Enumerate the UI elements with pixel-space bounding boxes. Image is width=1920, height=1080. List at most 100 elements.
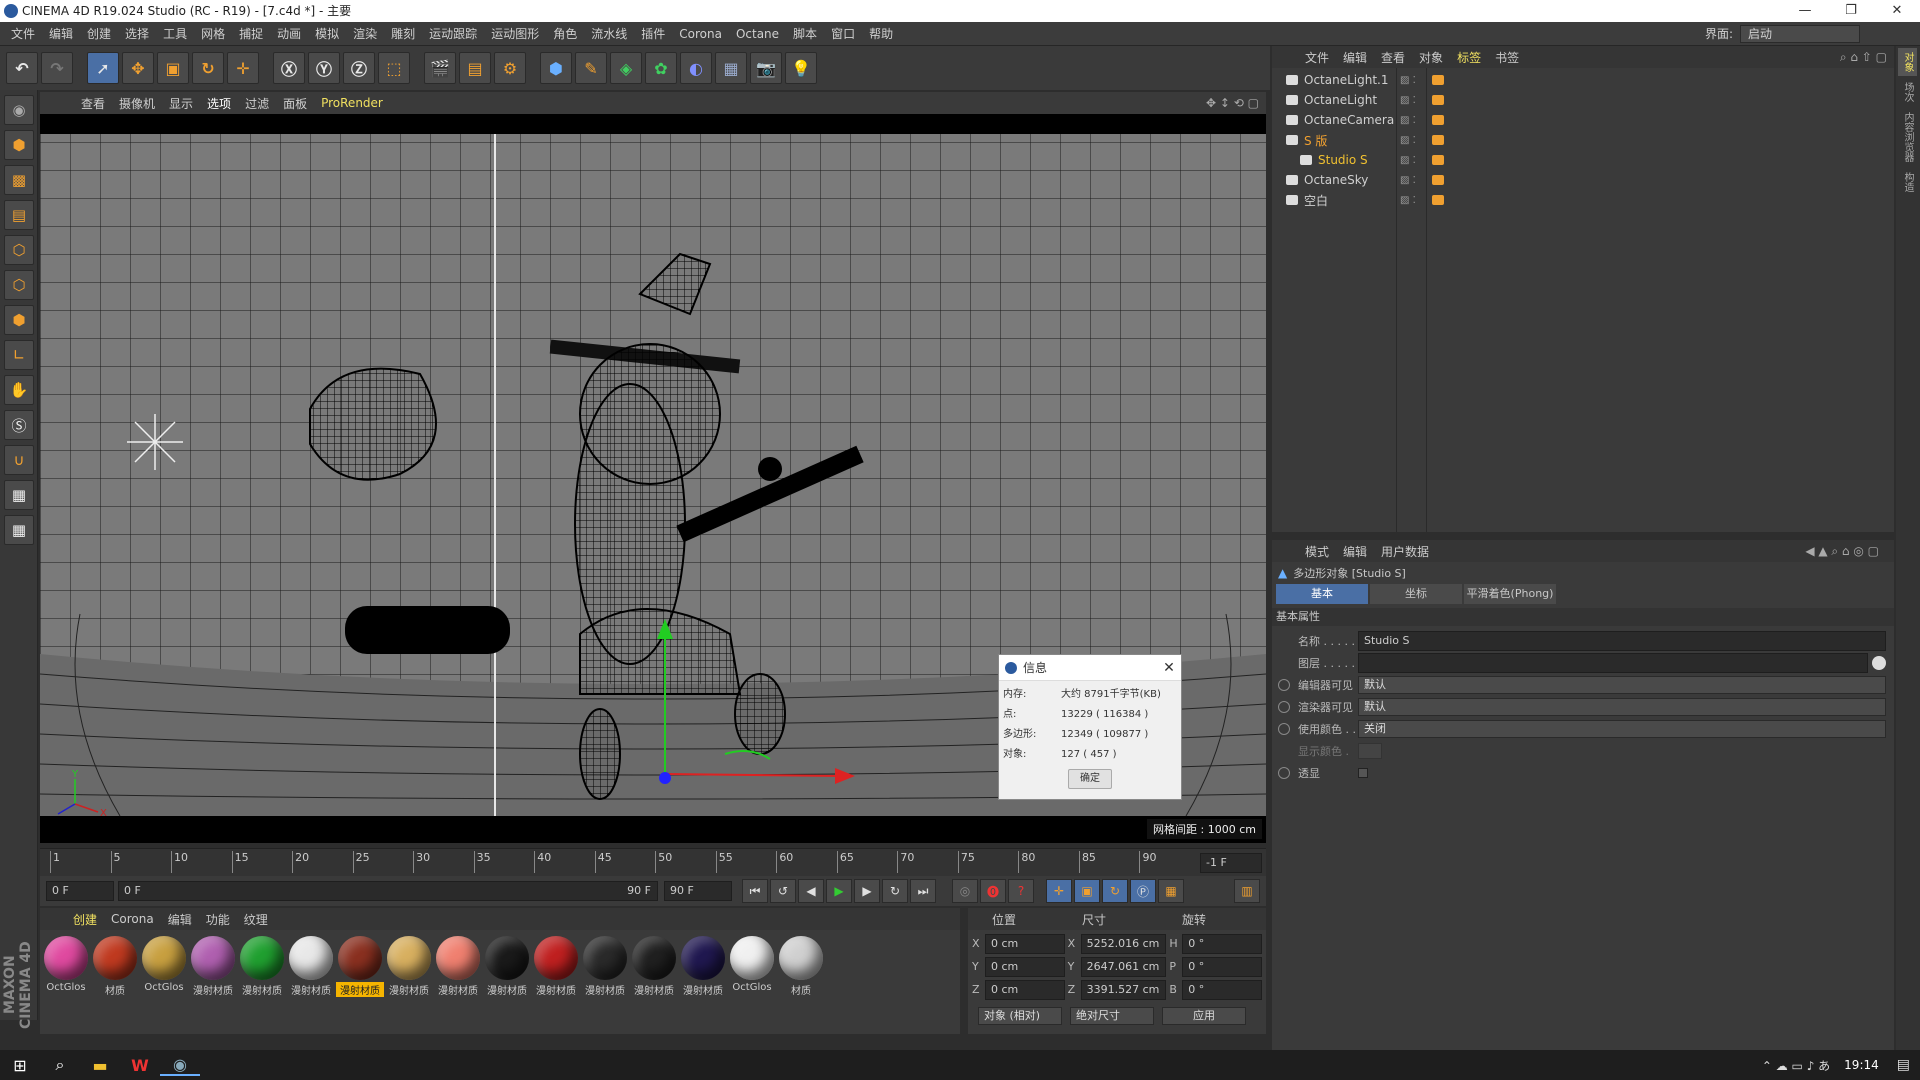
material-swatch[interactable]: 漫射材质 bbox=[189, 936, 237, 997]
radio-icon[interactable] bbox=[1278, 701, 1290, 713]
tab-coordinates[interactable]: 坐标 bbox=[1370, 584, 1462, 604]
menu-item[interactable]: 创建 bbox=[80, 25, 118, 42]
side-tab[interactable]: 构造 bbox=[1898, 168, 1917, 196]
side-tab[interactable]: 对象 bbox=[1898, 48, 1917, 76]
viewport-menu-item[interactable]: 过滤 bbox=[238, 95, 276, 112]
last-tool-icon[interactable]: ✛ bbox=[227, 52, 259, 84]
ok-button[interactable]: 确定 bbox=[1068, 769, 1112, 789]
material-swatch[interactable]: 材质 bbox=[777, 936, 825, 997]
object-tag-icon[interactable] bbox=[1432, 155, 1444, 165]
cube-primitive-icon[interactable]: ⬢ bbox=[540, 52, 572, 84]
material-tab[interactable]: Corona bbox=[104, 912, 161, 926]
polygons-mode-icon[interactable]: ⬢ bbox=[4, 305, 34, 335]
object-menu-item[interactable]: 查看 bbox=[1374, 49, 1412, 66]
rotation-field[interactable]: 0 ° bbox=[1182, 956, 1262, 977]
material-tab[interactable]: 功能 bbox=[199, 911, 237, 928]
menu-item[interactable]: Corona bbox=[672, 27, 729, 41]
viewport-menu-item[interactable]: 查看 bbox=[74, 95, 112, 112]
go-to-start-icon[interactable]: ⏮ bbox=[742, 879, 768, 903]
workplane-icon[interactable]: ▤ bbox=[4, 200, 34, 230]
menu-item[interactable]: Octane bbox=[729, 27, 786, 41]
object-tag-icon[interactable] bbox=[1432, 175, 1444, 185]
lock-workplane-icon[interactable]: ▦ bbox=[4, 515, 34, 545]
object-row[interactable]: S 版 ▨ ⁚ bbox=[1272, 130, 1894, 150]
menu-item[interactable]: 模拟 bbox=[308, 25, 346, 42]
menu-item[interactable]: 动画 bbox=[270, 25, 308, 42]
visibility-toggle-icon[interactable]: ▨ ⁚ bbox=[1400, 75, 1416, 86]
rotate-tool-icon[interactable]: ↻ bbox=[192, 52, 224, 84]
position-field[interactable]: 0 cm bbox=[984, 933, 1065, 954]
key-position-icon[interactable]: ✛ bbox=[1046, 879, 1072, 903]
search-icon[interactable]: ⌕ bbox=[40, 1055, 80, 1075]
material-swatch[interactable]: 漫射材质 bbox=[385, 936, 433, 997]
timeline-ruler[interactable]: 1 5 10 15 20 25 30 35 40 45 50 55 60 65 70 75 80 85 90 -1 … bbox=[40, 848, 1266, 876]
material-swatch[interactable]: 漫射材质 bbox=[434, 936, 482, 997]
go-to-previous-key-icon[interactable]: ↺ bbox=[770, 879, 796, 903]
visibility-toggle-icon[interactable]: ▨ ⁚ bbox=[1400, 95, 1416, 106]
menu-item[interactable]: 捕捉 bbox=[232, 25, 270, 42]
name-field[interactable]: Studio S bbox=[1358, 631, 1886, 651]
object-tag-icon[interactable] bbox=[1432, 95, 1444, 105]
material-swatch[interactable]: OctGlos bbox=[728, 936, 776, 997]
timeline-layout-icon[interactable]: ▥ bbox=[1234, 879, 1260, 903]
go-to-next-key-icon[interactable]: ↻ bbox=[882, 879, 908, 903]
material-swatch[interactable]: 漫射材质 bbox=[679, 936, 727, 997]
menu-item[interactable]: 网格 bbox=[194, 25, 232, 42]
wps-icon[interactable]: W bbox=[120, 1056, 160, 1075]
menu-item[interactable]: 流水线 bbox=[584, 25, 634, 42]
object-row[interactable]: OctaneLight ▨ ⁚ bbox=[1272, 90, 1894, 110]
cinema4d-task-icon[interactable]: ◉ bbox=[160, 1055, 200, 1076]
key-scale-icon[interactable]: ▣ bbox=[1074, 879, 1100, 903]
tab-phong[interactable]: 平滑着色(Phong) bbox=[1464, 584, 1556, 604]
object-row[interactable]: OctaneLight.1 ▨ ⁚ bbox=[1272, 70, 1894, 90]
menu-item[interactable]: 插件 bbox=[634, 25, 672, 42]
object-menu-item[interactable]: 文件 bbox=[1298, 49, 1336, 66]
pen-spline-icon[interactable]: ✎ bbox=[575, 52, 607, 84]
start-icon[interactable]: ⊞ bbox=[0, 1056, 40, 1075]
object-menu-item[interactable]: 编辑 bbox=[1336, 49, 1374, 66]
menu-item[interactable]: 编辑 bbox=[42, 25, 80, 42]
apply-button[interactable]: 应用 bbox=[1162, 1007, 1246, 1025]
position-field[interactable]: 0 cm bbox=[984, 956, 1065, 977]
select-tool-icon[interactable]: ➚ bbox=[87, 52, 119, 84]
object-row[interactable]: OctaneSky ▨ ⁚ bbox=[1272, 170, 1894, 190]
start-frame-field[interactable]: 0 F bbox=[46, 881, 114, 901]
visibility-toggle-icon[interactable]: ▨ ⁚ bbox=[1400, 115, 1416, 126]
radio-icon[interactable] bbox=[1278, 767, 1290, 779]
layer-pick-icon[interactable] bbox=[1872, 656, 1886, 670]
notification-icon[interactable]: ▤ bbox=[1897, 1057, 1910, 1073]
cloner-icon[interactable]: ✿ bbox=[645, 52, 677, 84]
points-mode-icon[interactable]: ⬡ bbox=[4, 235, 34, 265]
visibility-toggle-icon[interactable]: ▨ ⁚ bbox=[1400, 135, 1416, 146]
visibility-toggle-icon[interactable]: ▨ ⁚ bbox=[1400, 195, 1416, 206]
menu-item[interactable]: 渲染 bbox=[346, 25, 384, 42]
light-icon[interactable]: 💡 bbox=[785, 52, 817, 84]
viewport-menu-item[interactable]: ProRender bbox=[314, 96, 390, 110]
object-tag-icon[interactable] bbox=[1432, 135, 1444, 145]
viewport-menu-item[interactable]: 摄像机 bbox=[112, 95, 162, 112]
menu-item[interactable]: 选择 bbox=[118, 25, 156, 42]
dialog-close-icon[interactable]: ✕ bbox=[1157, 660, 1181, 676]
play-icon[interactable]: ▶ bbox=[826, 879, 852, 903]
model-mode-icon[interactable]: ⬢ bbox=[4, 130, 34, 160]
radio-icon[interactable] bbox=[1278, 679, 1290, 691]
viewport-menu-item[interactable]: 选项 bbox=[200, 95, 238, 112]
menu-item[interactable]: 脚本 bbox=[786, 25, 824, 42]
go-to-end-icon[interactable]: ⏭ bbox=[910, 879, 936, 903]
minimize-button[interactable]: — bbox=[1782, 0, 1828, 22]
camera-icon[interactable]: 📷 bbox=[750, 52, 782, 84]
render-view-icon[interactable]: 🎬 bbox=[424, 52, 456, 84]
render-picture-viewer-icon[interactable]: ▤ bbox=[459, 52, 491, 84]
render-visible-dropdown[interactable]: 默认 bbox=[1358, 698, 1886, 716]
tweak-mode-icon[interactable]: ✋ bbox=[4, 375, 34, 405]
rotation-field[interactable]: 0 ° bbox=[1182, 933, 1262, 954]
end-frame-field[interactable]: 90 F bbox=[664, 881, 732, 901]
object-row[interactable]: OctaneCamera ▨ ⁚ bbox=[1272, 110, 1894, 130]
magnet-icon[interactable]: ∪ bbox=[4, 445, 34, 475]
menu-item[interactable]: 角色 bbox=[546, 25, 584, 42]
menu-item[interactable]: 运动图形 bbox=[484, 25, 546, 42]
render-settings-icon[interactable]: ⚙ bbox=[494, 52, 526, 84]
visibility-toggle-icon[interactable]: ▨ ⁚ bbox=[1400, 155, 1416, 166]
menu-item[interactable]: 运动跟踪 bbox=[422, 25, 484, 42]
material-swatch[interactable]: 漫射材质 bbox=[287, 936, 335, 997]
